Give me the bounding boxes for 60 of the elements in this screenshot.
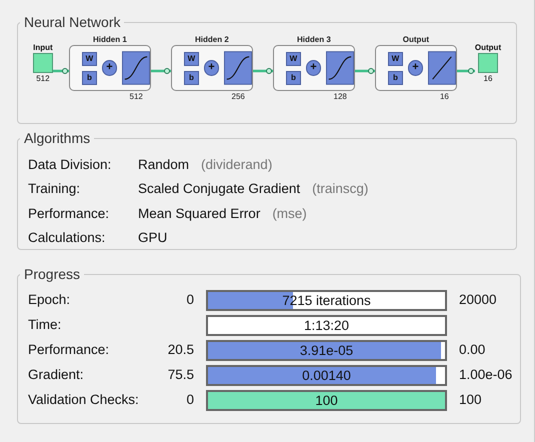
weight-block: W (184, 52, 199, 66)
algorithm-label: Calculations: (28, 228, 106, 247)
transfer-function-icon (326, 50, 354, 86)
algorithm-label: Performance: (28, 204, 110, 222)
weight-block: W (82, 52, 97, 66)
panel-title: Progress (23, 265, 82, 284)
progress-reading: 0.00140 (301, 366, 352, 384)
start-value: 75.5 (168, 366, 194, 382)
layer-size: 512 (130, 91, 143, 103)
progress-label: Performance: (28, 340, 110, 359)
algorithm-value: Mean Squared Error (138, 204, 260, 223)
algorithm-label: Training: (28, 180, 82, 198)
panel-title: Neural Network (23, 13, 122, 32)
algorithm-code: (mse) (272, 204, 307, 223)
layer-title: Hidden 1 (93, 35, 127, 45)
transfer-function-icon (224, 50, 252, 86)
layer-size: 256 (232, 91, 245, 103)
terminal-size: 512 (36, 73, 50, 85)
sum-node: + (102, 60, 117, 76)
algorithm-code: (trainscg) (312, 180, 368, 198)
bias-block: b (388, 70, 403, 84)
weight-block: W (286, 52, 301, 66)
end-value: 0.00 (459, 340, 486, 359)
progress-reading: 3.91e-05 (298, 342, 354, 358)
start-value: 20.5 (168, 342, 194, 357)
layer-title: Hidden 2 (195, 35, 229, 45)
progress-label: Time: (28, 316, 62, 334)
start-value: 0 (186, 392, 194, 407)
terminal-block (478, 53, 498, 73)
progress-label: Validation Checks: (28, 390, 140, 409)
end-value: 100 (459, 390, 482, 409)
panel-title: Algorithms (23, 129, 92, 148)
progress-label: Epoch: (28, 290, 72, 309)
algorithm-code: (dividerand) (201, 156, 272, 174)
bias-block: b (82, 70, 97, 84)
terminal-size: 16 (484, 73, 492, 85)
algorithm-value: Random (138, 156, 190, 174)
end-value: 20000 (459, 290, 497, 309)
transfer-function-icon (122, 50, 150, 86)
start-value: 0 (186, 292, 194, 307)
layer-title: Output (402, 35, 429, 45)
end-value: 1.00e-06 (459, 366, 512, 384)
layer-title: Hidden 3 (297, 35, 331, 45)
sum-node: + (204, 60, 219, 76)
bias-block: b (184, 70, 199, 84)
progress-reading: 100 (314, 392, 339, 408)
progress-label: Gradient: (28, 366, 85, 384)
algorithm-value: GPU (138, 228, 168, 247)
layer-size: 16 (440, 91, 449, 103)
terminal-label: Input (33, 43, 53, 53)
bias-block: b (286, 70, 301, 84)
layer-size: 128 (334, 91, 347, 103)
transfer-function-icon (428, 50, 456, 86)
sum-node: + (408, 60, 423, 76)
terminal-block (32, 53, 53, 73)
algorithm-label: Data Division: (28, 156, 112, 174)
algorithm-value: Scaled Conjugate Gradient (138, 180, 300, 198)
sum-node: + (306, 60, 321, 76)
terminal-label: Output (474, 43, 502, 53)
weight-block: W (388, 52, 403, 66)
